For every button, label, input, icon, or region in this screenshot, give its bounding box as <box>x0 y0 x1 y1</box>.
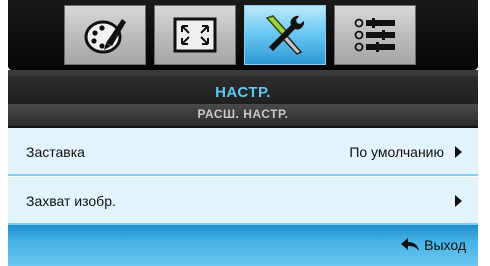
tools-wrench-screwdriver-icon <box>261 12 309 58</box>
exit-label: Выход <box>424 237 466 253</box>
tab-display[interactable] <box>64 5 146 65</box>
menu-item-value: По умолчанию <box>349 144 444 160</box>
page-title: НАСТР. <box>215 84 271 101</box>
options-list-icon <box>352 15 398 55</box>
menu-item-screensaver[interactable]: Заставка По умолчанию <box>8 128 478 176</box>
title-area: НАСТР. РАСШ. НАСТР. <box>8 76 478 128</box>
palette-brush-icon <box>82 13 128 57</box>
osd-menu: НАСТР. РАСШ. НАСТР. Заставка По умолчани… <box>0 0 490 266</box>
tab-screen[interactable] <box>154 5 236 65</box>
chevron-right-icon <box>455 195 462 207</box>
tab-settings[interactable] <box>244 5 326 65</box>
chevron-right-icon <box>455 146 462 158</box>
tab-bar <box>8 0 478 70</box>
menu-item-label: Захват изобр. <box>26 193 116 209</box>
footer-bar: Выход <box>8 225 478 266</box>
page-subtitle: РАСШ. НАСТР. <box>197 107 289 121</box>
exit-button[interactable]: Выход <box>400 237 466 253</box>
return-arrow-icon <box>400 238 420 252</box>
screen-expand-icon <box>172 16 218 54</box>
menu-item-image-capture[interactable]: Захват изобр. <box>8 177 478 225</box>
menu-item-label: Заставка <box>26 144 85 160</box>
tab-options[interactable] <box>334 5 416 65</box>
